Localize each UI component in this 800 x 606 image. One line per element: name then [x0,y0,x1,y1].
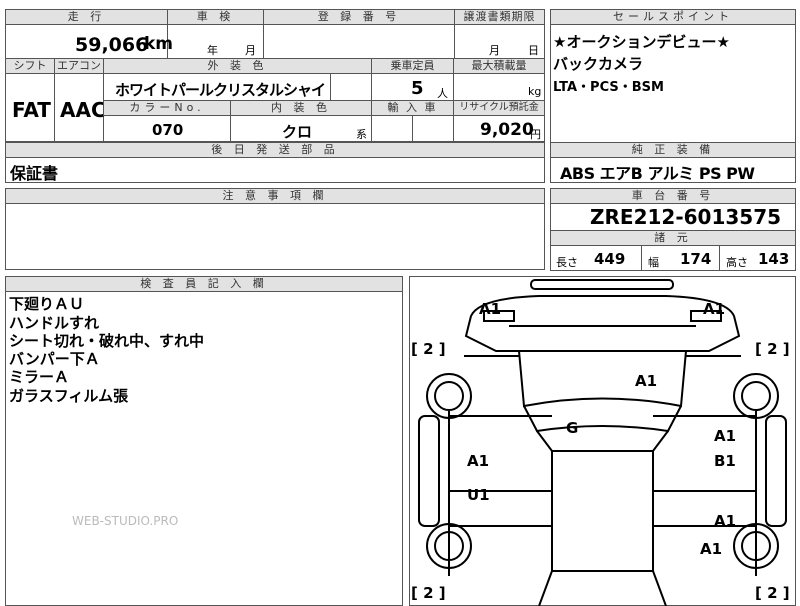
sales-line-2: バックカメラ [553,55,644,73]
mark-front-left: A1 [479,300,501,318]
mark-left-rear-door: U1 [467,486,490,504]
mark-hood: A1 [635,372,657,390]
transfer-header: 譲渡書類期限 [454,9,545,25]
interior-unit: 系 [356,128,367,141]
tire-rear-right: [ 2 ] [755,584,790,602]
capacity-header: 乗車定員 [371,58,454,74]
sales-points-header: セールスポイント [550,9,796,25]
mark-roof: G [566,419,578,437]
later-shipment-value: 保証書 [10,164,59,183]
inspection-header: 車 検 [167,9,264,25]
chassis-value: ZRE212-6013575 [590,205,782,229]
mark-right-rear-door: A1 [714,512,736,530]
vehicle-info-table [5,9,545,142]
equipment-value: ABS エアB アルミ PS PW [560,164,755,183]
mark-right-rear: A1 [700,540,722,558]
chassis-header: 車 台 番 号 [550,188,796,204]
inspector-line-6: ガラスフィルム張 [9,387,129,405]
tire-rear-left: [ 2 ] [411,584,446,602]
load-unit: kg [528,85,542,98]
mark-left-front-door: A1 [467,452,489,470]
shift-value: FAT [12,98,51,122]
inspection-month-unit: 月 [245,44,256,57]
watermark: WEB-STUDIO.PRO [72,514,179,528]
inspector-header: 検 査 員 記 入 欄 [5,276,403,292]
inspector-line-5: ミラーＡ [9,368,70,386]
dims-header: 諸 元 [550,230,796,246]
registration-header: 登 録 番 号 [263,9,455,25]
interior-value: クロ [282,123,313,141]
interior-header: 内 装 色 [230,100,372,116]
exterior-header: 外 装 色 [103,58,372,74]
recycle-header: リサイクル預託金 [453,100,545,116]
mileage-value: 59,066 [75,34,149,56]
capacity-value: 5 [411,78,424,99]
mark-right-front-door: B1 [714,452,736,470]
shift-header: シフト [5,58,55,74]
later-shipment-header: 後 日 発 送 部 品 [5,142,545,158]
exterior-value: ホワイトパールクリスタルシャイ [115,81,326,99]
color-no-header: カラーNo. [103,100,231,116]
height-value: 143 [758,250,790,268]
import-header: 輸 入 車 [371,100,454,116]
inspector-line-1: 下廻りＡＵ [9,295,85,313]
transfer-month-unit: 月 [489,44,500,57]
notes-header: 注 意 事 項 欄 [5,188,545,204]
tire-front-left: [ 2 ] [411,340,446,358]
sales-line-3: LTA・PCS・BSM [553,80,664,95]
recycle-unit: 円 [530,128,541,141]
ac-header: エアコン [54,58,104,74]
load-header: 最大積載量 [453,58,545,74]
width-value: 174 [680,250,712,268]
tire-front-right: [ 2 ] [755,340,790,358]
length-label: 長さ [556,256,578,269]
inspection-year-unit: 年 [207,44,218,57]
ac-value: AAC [60,98,106,122]
color-no-value: 070 [152,121,184,139]
car-diagram: A1 A1 A1 G A1 U1 A1 B1 A1 A1 [ 2 ] [ 2 ]… [411,279,790,606]
recycle-value: 9,020 [480,120,534,140]
mileage-unit: km [144,34,174,54]
capacity-unit: 人 [437,87,448,100]
sales-line-1: ★オークションデビュー★ [553,33,730,51]
mileage-header: 走 行 [5,9,168,25]
transfer-day-unit: 日 [528,44,539,57]
length-value: 449 [594,250,626,268]
height-label: 高さ [726,256,748,269]
mark-front-right: A1 [703,300,725,318]
equipment-header: 純 正 装 備 [550,142,796,158]
mark-right-front-top: A1 [714,427,736,445]
width-label: 幅 [648,256,659,269]
